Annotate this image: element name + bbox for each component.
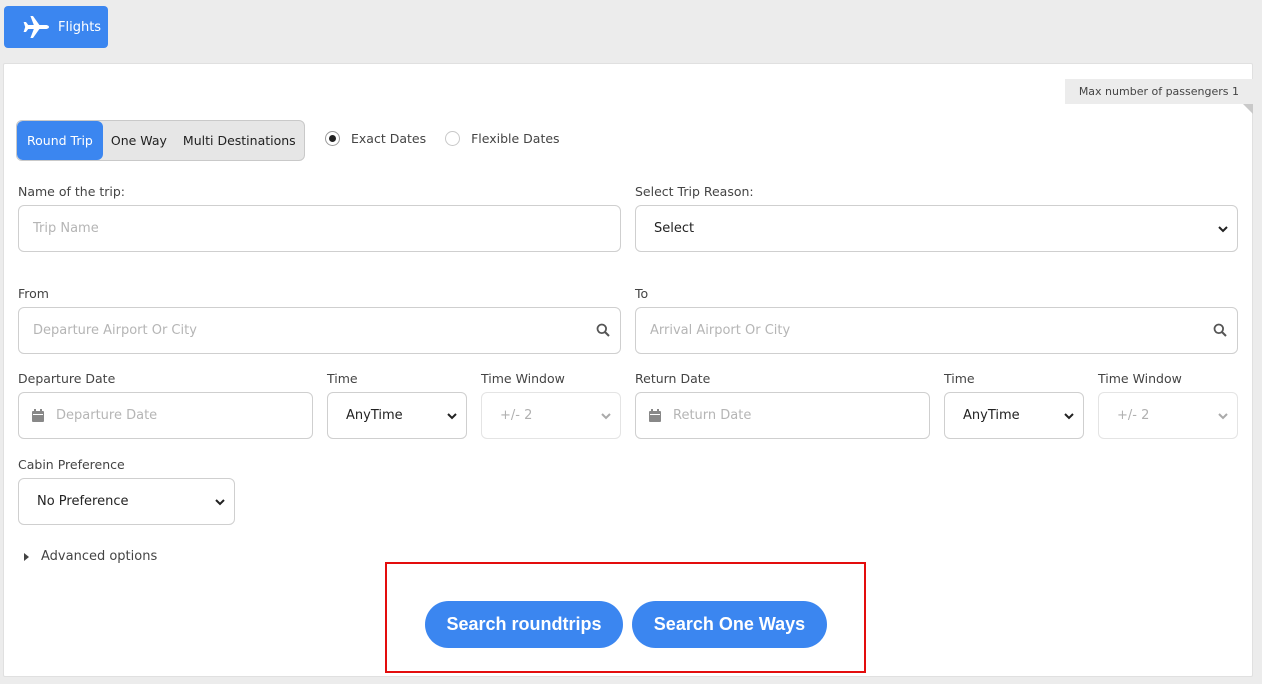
flights-tab[interactable]: Flights xyxy=(4,6,108,48)
search-icon xyxy=(1213,323,1227,337)
from-input[interactable]: Departure Airport Or City xyxy=(18,307,621,354)
from-label: From xyxy=(18,286,49,301)
to-input[interactable]: Arrival Airport Or City xyxy=(635,307,1238,354)
date-mode-group: Exact Dates Flexible Dates xyxy=(325,131,579,146)
max-passengers-tag: Max number of passengers 1 xyxy=(1064,79,1254,114)
trip-reason-select[interactable]: Select xyxy=(635,205,1238,252)
chevron-down-icon xyxy=(215,499,225,506)
search-one-ways-button[interactable]: Search One Ways xyxy=(632,601,827,648)
chevron-down-icon xyxy=(1218,226,1228,233)
trip-type-multi-destinations[interactable]: Multi Destinations xyxy=(175,121,304,160)
calendar-icon xyxy=(32,409,44,422)
trip-type-round-trip[interactable]: Round Trip xyxy=(17,121,103,160)
advanced-options-toggle[interactable]: Advanced options xyxy=(24,549,157,564)
departure-date-placeholder: Departure Date xyxy=(56,408,158,423)
return-date-placeholder: Return Date xyxy=(673,408,752,423)
chevron-down-icon xyxy=(447,413,457,420)
flexible-dates-radio[interactable] xyxy=(445,131,461,146)
from-placeholder: Departure Airport Or City xyxy=(33,323,197,338)
trip-name-input[interactable]: Trip Name xyxy=(18,205,621,252)
cabin-preference-label: Cabin Preference xyxy=(18,457,125,472)
return-time-label: Time xyxy=(944,371,975,386)
trip-type-toggle: Round Trip One Way Multi Destinations xyxy=(16,120,305,161)
return-window-label: Time Window xyxy=(1098,371,1182,386)
trip-type-one-way[interactable]: One Way xyxy=(103,121,175,160)
advanced-options-label: Advanced options xyxy=(41,549,158,564)
trip-reason-label: Select Trip Reason: xyxy=(635,184,754,199)
exact-dates-label: Exact Dates xyxy=(351,131,427,146)
trip-name-label: Name of the trip: xyxy=(18,184,126,199)
departure-date-input[interactable]: Departure Date xyxy=(18,392,313,439)
cabin-preference-value: No Preference xyxy=(37,494,129,509)
return-time-value: AnyTime xyxy=(963,408,1020,423)
calendar-icon xyxy=(649,409,661,422)
flight-search-panel: Max number of passengers 1 Round Trip On… xyxy=(3,63,1254,677)
chevron-down-icon xyxy=(601,413,611,420)
departure-date-label: Departure Date xyxy=(18,371,116,386)
search-roundtrips-button[interactable]: Search roundtrips xyxy=(425,601,623,648)
search-icon xyxy=(596,323,610,337)
to-placeholder: Arrival Airport Or City xyxy=(650,323,791,338)
flexible-dates-label: Flexible Dates xyxy=(471,131,560,146)
cabin-preference-select[interactable]: No Preference xyxy=(18,478,235,525)
departure-time-value: AnyTime xyxy=(346,408,403,423)
return-date-input[interactable]: Return Date xyxy=(635,392,930,439)
departure-window-select[interactable]: +/- 2 xyxy=(481,392,621,439)
return-date-label: Return Date xyxy=(635,371,711,386)
trip-reason-value: Select xyxy=(654,221,695,236)
departure-window-value: +/- 2 xyxy=(500,408,533,423)
caret-right-icon xyxy=(24,552,29,561)
exact-dates-radio[interactable] xyxy=(325,131,340,146)
return-window-value: +/- 2 xyxy=(1117,408,1150,423)
departure-time-label: Time xyxy=(327,371,358,386)
departure-window-label: Time Window xyxy=(481,371,565,386)
trip-name-placeholder: Trip Name xyxy=(33,221,99,236)
departure-time-select[interactable]: AnyTime xyxy=(327,392,467,439)
chevron-down-icon xyxy=(1218,413,1228,420)
airplane-icon xyxy=(23,16,49,38)
return-time-select[interactable]: AnyTime xyxy=(944,392,1084,439)
flights-tab-label: Flights xyxy=(58,19,102,35)
chevron-down-icon xyxy=(1064,413,1074,420)
return-window-select[interactable]: +/- 2 xyxy=(1098,392,1238,439)
to-label: To xyxy=(635,286,649,301)
